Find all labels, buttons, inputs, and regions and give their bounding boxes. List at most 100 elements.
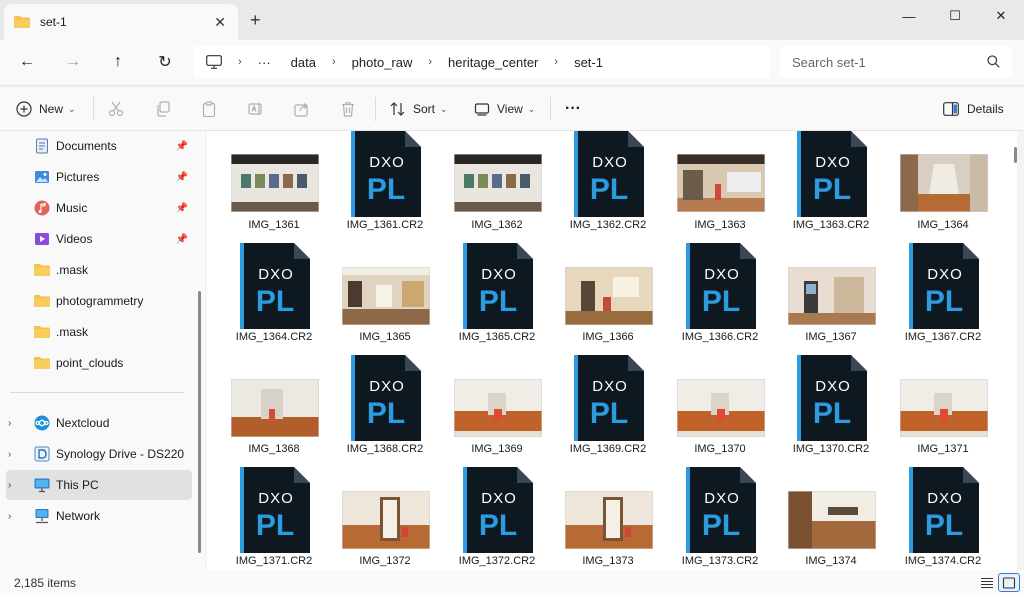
file-name: IMG_1368 <box>248 443 300 455</box>
sidebar-item-documents[interactable]: Documents 📌 <box>6 131 192 161</box>
search-icon[interactable] <box>987 55 1000 68</box>
sidebar-item-photogrammetry[interactable]: photogrammetry <box>6 286 192 316</box>
sidebar-item-mask-2[interactable]: .mask <box>6 317 192 347</box>
back-button[interactable]: ← <box>13 50 41 74</box>
up-button[interactable]: ↑ <box>104 50 132 74</box>
details-button[interactable]: Details <box>943 98 1004 120</box>
raw-file-item[interactable]: DXO PL IMG_1362.CR2 <box>552 131 662 243</box>
cut-button[interactable] <box>108 98 124 120</box>
image-file-item[interactable]: IMG_1368 <box>218 355 328 467</box>
sidebar-item-synology-drive[interactable]: › Synology Drive - DS220 <box>6 439 192 469</box>
breadcrumb-separator[interactable]: › <box>238 56 242 68</box>
sidebar-item-music[interactable]: Music 📌 <box>6 193 192 223</box>
breadcrumb-heritage-center[interactable]: heritage_center <box>448 55 538 70</box>
nextcloud-icon <box>34 415 50 431</box>
sidebar-item-label: Videos <box>56 232 93 246</box>
sidebar-item-mask[interactable]: .mask <box>6 255 192 285</box>
dxo-pl-raw-icon: DXO PL <box>797 131 867 217</box>
list-view-icon <box>981 577 993 588</box>
delete-button[interactable] <box>340 98 356 120</box>
new-button[interactable]: New ⌄ <box>16 98 76 120</box>
raw-file-item[interactable]: DXO PL IMG_1370.CR2 <box>775 355 885 467</box>
raw-file-item[interactable]: DXO PL IMG_1368.CR2 <box>329 355 439 467</box>
file-name: IMG_1372 <box>359 555 411 567</box>
chevron-right-icon[interactable]: › <box>8 480 22 491</box>
forward-button[interactable]: → <box>59 50 87 74</box>
sort-button[interactable]: Sort ⌄ <box>390 98 448 120</box>
breadcrumb-separator[interactable]: › <box>332 56 336 68</box>
image-file-item[interactable]: IMG_1365 <box>329 243 439 355</box>
minimize-button[interactable]: — <box>886 0 932 32</box>
file-name: IMG_1362.CR2 <box>569 219 647 231</box>
new-tab-button[interactable]: + <box>250 10 261 31</box>
tab-set-1[interactable]: set-1 ✕ <box>4 4 238 40</box>
raw-file-item[interactable]: DXO PL IMG_1364.CR2 <box>218 243 328 355</box>
file-name: IMG_1371.CR2 <box>235 555 313 567</box>
breadcrumb-separator[interactable]: › <box>554 56 558 68</box>
chevron-right-icon[interactable]: › <box>8 449 22 460</box>
chevron-right-icon[interactable]: › <box>8 418 22 429</box>
raw-file-item[interactable]: DXO PL IMG_1363.CR2 <box>775 131 885 243</box>
raw-file-item[interactable]: DXO PL IMG_1369.CR2 <box>552 355 662 467</box>
view-button[interactable]: View ⌄ <box>474 98 535 120</box>
raw-file-item[interactable]: DXO PL IMG_1371.CR2 <box>218 467 328 570</box>
maximize-button[interactable]: ☐ <box>932 0 978 32</box>
search-input[interactable] <box>792 54 982 70</box>
breadcrumb-separator[interactable]: › <box>428 56 432 68</box>
image-file-item[interactable]: IMG_1361 <box>218 131 328 243</box>
image-file-item[interactable]: IMG_1363 <box>664 131 774 243</box>
monitor-icon[interactable] <box>206 55 222 69</box>
image-file-item[interactable]: IMG_1369 <box>441 355 551 467</box>
image-file-item[interactable]: IMG_1370 <box>664 355 774 467</box>
sidebar-item-this-pc[interactable]: › This PC <box>6 470 192 500</box>
content-scrollbar[interactable] <box>1014 147 1017 163</box>
paste-button[interactable] <box>201 98 217 120</box>
chevron-right-icon[interactable]: › <box>8 511 22 522</box>
svg-text:DXO: DXO <box>815 154 851 171</box>
more-options-button[interactable]: ··· <box>565 98 581 120</box>
sidebar-item-pictures[interactable]: Pictures 📌 <box>6 162 192 192</box>
sidebar-item-network[interactable]: › Network <box>6 501 192 531</box>
details-view-button[interactable] <box>976 573 998 592</box>
close-tab-icon[interactable]: ✕ <box>214 14 226 31</box>
image-file-item[interactable]: IMG_1374 <box>775 467 885 570</box>
pictures-icon <box>35 171 49 183</box>
image-file-item[interactable]: IMG_1362 <box>441 131 551 243</box>
raw-file-item[interactable]: DXO PL IMG_1367.CR2 <box>887 243 997 355</box>
breadcrumb-data[interactable]: data <box>291 55 316 70</box>
raw-file-item[interactable]: DXO PL IMG_1361.CR2 <box>329 131 439 243</box>
sidebar-item-nextcloud[interactable]: › Nextcloud <box>6 408 192 438</box>
raw-file-item[interactable]: DXO PL IMG_1366.CR2 <box>664 243 774 355</box>
file-name: IMG_1366 <box>582 331 634 343</box>
share-button[interactable] <box>294 98 310 120</box>
window-controls: — ☐ ✕ <box>886 0 1024 32</box>
breadcrumb-photo-raw[interactable]: photo_raw <box>352 55 413 70</box>
breadcrumb-set-1[interactable]: set-1 <box>574 55 603 70</box>
image-file-item[interactable]: IMG_1364 <box>887 131 997 243</box>
raw-file-item[interactable]: DXO PL IMG_1365.CR2 <box>441 243 551 355</box>
breadcrumb-more[interactable]: ··· <box>258 55 271 70</box>
sidebar-scrollbar[interactable] <box>198 291 201 553</box>
view-icon <box>474 103 490 116</box>
image-file-item[interactable]: IMG_1367 <box>775 243 885 355</box>
copy-button[interactable] <box>155 98 171 120</box>
close-window-button[interactable]: ✕ <box>978 0 1024 32</box>
this-pc-icon <box>34 478 50 493</box>
raw-file-item[interactable]: DXO PL IMG_1372.CR2 <box>441 467 551 570</box>
svg-text:PL: PL <box>590 397 628 430</box>
rename-button[interactable] <box>248 98 264 120</box>
image-file-item[interactable]: IMG_1372 <box>329 467 439 570</box>
large-icons-view-button[interactable] <box>998 573 1020 592</box>
sidebar-item-point-clouds[interactable]: point_clouds <box>6 348 192 378</box>
refresh-button[interactable]: ↻ <box>151 50 179 74</box>
image-file-item[interactable]: IMG_1371 <box>887 355 997 467</box>
videos-icon <box>35 233 49 245</box>
photo-thumbnail <box>231 379 319 437</box>
raw-file-item[interactable]: DXO PL IMG_1373.CR2 <box>664 467 774 570</box>
raw-file-item[interactable]: DXO PL IMG_1374.CR2 <box>887 467 997 570</box>
search-box[interactable] <box>780 46 1012 78</box>
address-bar[interactable]: › ··· data › photo_raw › heritage_center… <box>194 46 770 78</box>
sidebar-item-videos[interactable]: Videos 📌 <box>6 224 192 254</box>
image-file-item[interactable]: IMG_1373 <box>552 467 662 570</box>
image-file-item[interactable]: IMG_1366 <box>552 243 662 355</box>
